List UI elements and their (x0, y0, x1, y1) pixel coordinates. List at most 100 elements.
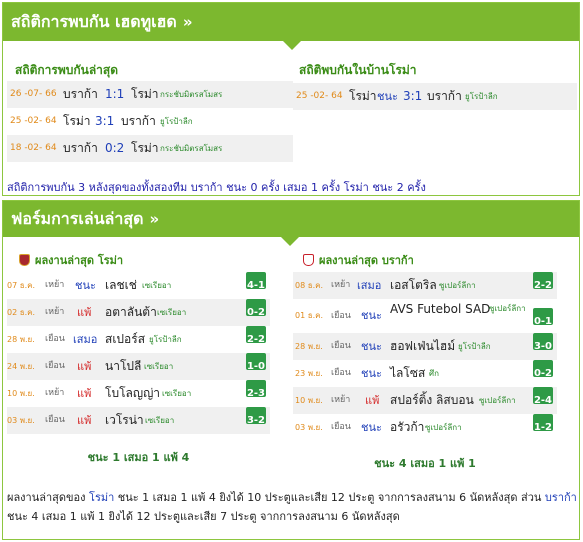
opponent[interactable]: AVS Futebol SAD (390, 299, 490, 319)
opponent[interactable]: โบโลญญ่า (105, 380, 160, 407)
form-summary: ผลงานล่าสุดของ โรม่า ชนะ 1 เสมอ 1 แพ้ 4 … (7, 488, 577, 526)
home-team[interactable]: โรม่า (63, 108, 91, 135)
opponent[interactable]: สเปอร์ส (105, 326, 145, 353)
h2h-row[interactable]: 25 -02- 64 โรม่า 3:1 บราก้า ยูโรป้าลีก (7, 108, 293, 135)
roma-form-title-text: ผลงานล่าสุด โรม่า (35, 254, 124, 267)
match-date: 25 -02- 64 (296, 91, 343, 101)
match-date: 10 พ.ย. (7, 389, 35, 398)
away-team[interactable]: บราก้า (121, 108, 156, 135)
opponent[interactable]: เวโรน่า (105, 407, 144, 434)
match-score[interactable]: 0:2 (105, 135, 124, 162)
opponent[interactable]: อตาลันต้า (105, 299, 157, 326)
opponent[interactable]: ไลโซส (390, 360, 425, 387)
away-team[interactable]: โรม่า (131, 81, 159, 108)
form-row[interactable]: 24 พ.ย. เยือน แพ้ นาโปลี เซเรียอา 1-0 (7, 353, 270, 380)
recent-h2h-list: 26 -07- 66 บราก้า 1:1 โรม่า กระชับมิตรสโ… (7, 81, 293, 162)
match-date: 23 พ.ย. (295, 369, 323, 378)
form-row[interactable]: 07 ธ.ค. เหย้า ชนะ เลชเช่ เซเรียอา 4-1 (7, 272, 270, 299)
form-row[interactable]: 01 ธ.ค. เยือน ชนะ AVS Futebol SAD ซูเปอร… (293, 299, 557, 333)
match-date: 01 ธ.ค. (295, 311, 324, 320)
recent-h2h-title: สถิติการพบกันล่าสุด (15, 63, 119, 77)
match-result: ชนะ (361, 421, 382, 434)
opponent[interactable]: สปอร์ติ้ง ลิสบอน (390, 387, 474, 414)
home-team[interactable]: บราก้า (63, 81, 98, 108)
h2h-header: สถิติการพบกัน เฮดทูเฮด » (3, 3, 579, 41)
match-result: แพ้ (365, 394, 380, 407)
match-date: 08 ธ.ค. (295, 281, 324, 290)
form-row[interactable]: 03 พ.ย. เยือน ชนะ อรัวก้า ซูเปอร์ลีกา 1-… (293, 414, 557, 441)
opponent[interactable]: เลชเช่ (105, 272, 137, 299)
opponent[interactable]: เอสโตริล (390, 272, 437, 299)
home-team[interactable]: บราก้า (63, 135, 98, 162)
form-row[interactable]: 10 พ.ย. เหย้า แพ้ สปอร์ติ้ง ลิสบอน ซูเปอ… (293, 387, 557, 414)
venue: เหย้า (331, 395, 351, 405)
chevron-right-icon: » (149, 210, 160, 228)
h2h-row[interactable]: 26 -07- 66 บราก้า 1:1 โรม่า กระชับมิตรสโ… (7, 81, 293, 108)
match-result: แพ้ (77, 387, 92, 400)
score-badge[interactable]: 1-0 (246, 353, 266, 372)
competition: ซูเปอร์ลีกา (489, 304, 526, 313)
opponent[interactable]: นาโปลี (105, 353, 141, 380)
score-badge[interactable]: 0-1 (533, 308, 553, 327)
match-score[interactable]: 1:1 (105, 81, 124, 108)
venue: เยือน (45, 334, 65, 344)
competition: เซเรียอา (142, 281, 172, 290)
summary-team-link[interactable]: บราก้า (545, 491, 577, 504)
competition: เซเรียอา (144, 362, 174, 371)
competition: ยูโรป้าลีก (160, 117, 193, 126)
score-badge[interactable]: 2-4 (533, 387, 553, 406)
match-date: 10 พ.ย. (295, 396, 323, 405)
header-notch (283, 41, 301, 50)
home-h2h-list: 25 -02- 64 โรม่า ชนะ 3:1 บราก้า ยูโรป้าล… (293, 83, 577, 110)
score-badge[interactable]: 0-2 (533, 360, 553, 379)
header-notch (281, 237, 299, 246)
away-team[interactable]: โรม่า (131, 135, 159, 162)
score-badge[interactable]: 0-2 (246, 299, 266, 318)
match-result: แพ้ (77, 306, 92, 319)
h2h-home-row[interactable]: 25 -02- 64 โรม่า ชนะ 3:1 บราก้า ยูโรป้าล… (293, 83, 577, 110)
score-badge[interactable]: 3-0 (533, 333, 553, 352)
match-score[interactable]: 3:1 (95, 108, 114, 135)
braga-form-total: ชนะ 4 เสมอ 1 แพ้ 1 (374, 457, 476, 470)
roma-form-title: ผลงานล่าสุด โรม่า (19, 251, 123, 269)
form-row[interactable]: 03 พ.ย. เยือน แพ้ เวโรน่า เซเรียอา 3-2 (7, 407, 270, 434)
score-badge[interactable]: 1-2 (533, 414, 553, 433)
braga-form-title-text: ผลงานล่าสุด บราก้า (319, 254, 414, 267)
chevron-right-icon: » (182, 13, 193, 31)
form-row[interactable]: 28 พ.ย. เยือน ชนะ ฮอฟเฟ่นไฮม์ ยูโรป้าลีก… (293, 333, 557, 360)
form-row[interactable]: 02 ธ.ค. เหย้า แพ้ อตาลันต้า เซเรียอา 0-2 (7, 299, 270, 326)
score-badge[interactable]: 3-2 (246, 407, 266, 426)
score-badge[interactable]: 2-2 (246, 326, 266, 345)
opponent[interactable]: ฮอฟเฟ่นไฮม์ (390, 333, 455, 360)
competition: ยูโรป้าลีก (458, 342, 491, 351)
away-team[interactable]: บราก้า (427, 83, 462, 110)
roma-form-total: ชนะ 1 เสมอ 1 แพ้ 4 (87, 451, 190, 464)
competition: ซูเปอร์ลีกา (479, 396, 516, 405)
form-row[interactable]: 28 พ.ย. เยือน เสมอ สเปอร์ส ยูโรป้าลีก 2-… (7, 326, 270, 353)
venue: เหย้า (45, 307, 65, 317)
match-date: 28 พ.ย. (7, 335, 35, 344)
opponent[interactable]: อรัวก้า (390, 414, 424, 441)
match-result: ชนะ (377, 90, 398, 103)
summary-text: ชนะ 4 เสมอ 1 แพ้ 1 ยิงได้ 12 ประตูและเสี… (7, 510, 400, 523)
competition: เซเรียอา (157, 308, 187, 317)
form-row[interactable]: 23 พ.ย. เยือน ชนะ ไลโซส ศึก 0-2 (293, 360, 557, 387)
venue: เหย้า (45, 280, 65, 290)
home-team[interactable]: โรม่า (349, 83, 377, 110)
score-badge[interactable]: 4-1 (246, 272, 266, 291)
match-score[interactable]: 3:1 (403, 83, 422, 110)
score-badge[interactable]: 2-3 (246, 380, 266, 399)
summary-team-link[interactable]: โรม่า (89, 491, 114, 504)
form-header: ฟอร์มการเล่นล่าสุด » (3, 201, 579, 237)
score-badge[interactable]: 2-2 (533, 272, 553, 291)
match-date: 24 พ.ย. (7, 362, 35, 371)
braga-form-title: ผลงานล่าสุด บราก้า (303, 251, 414, 269)
form-row[interactable]: 08 ธ.ค. เหย้า เสมอ เอสโตริล ซูเปอร์ลีกา … (293, 272, 557, 299)
summary-text: ผลงานล่าสุดของ (7, 491, 90, 504)
match-result: ชนะ (361, 367, 382, 380)
h2h-row[interactable]: 18 -02- 64 บราก้า 0:2 โรม่า กระชับมิตรสโ… (7, 135, 293, 162)
form-row[interactable]: 10 พ.ย. เหย้า แพ้ โบโลญญ่า เซเรียอา 2-3 (7, 380, 270, 407)
competition: ยูโรป้าลีก (149, 335, 182, 344)
match-result: ชนะ (361, 309, 382, 322)
venue: เยือน (331, 341, 351, 351)
